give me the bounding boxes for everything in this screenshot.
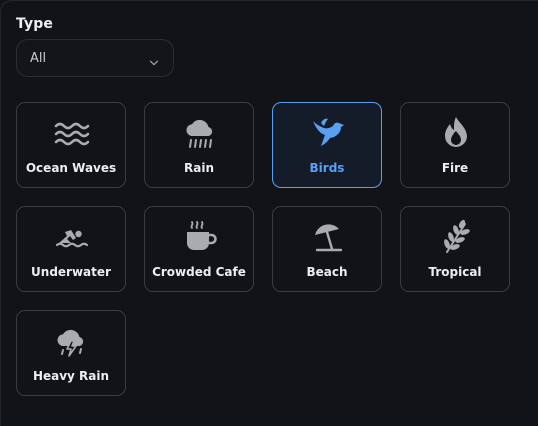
- fire-icon: [438, 115, 474, 151]
- sound-tile-label: Heavy Rain: [32, 369, 110, 383]
- coffee-cup-icon: [182, 219, 218, 255]
- leaf-icon: [438, 219, 474, 255]
- sound-tile-label: Underwater: [31, 265, 111, 279]
- rain-cloud-icon: [182, 115, 218, 151]
- type-label: Type: [16, 16, 53, 32]
- sound-tile-label: Fire: [441, 161, 469, 175]
- sound-tile-label: Birds: [309, 161, 345, 175]
- type-select-value: All: [30, 51, 47, 66]
- type-select[interactable]: All: [16, 39, 174, 77]
- sound-tile-beach[interactable]: Beach: [272, 206, 382, 292]
- sound-tile-rain[interactable]: Rain: [144, 102, 254, 188]
- waves-icon: [54, 115, 90, 151]
- swimmer-icon: [54, 219, 90, 255]
- sound-tile-tropical[interactable]: Tropical: [400, 206, 510, 292]
- sound-tile-ocean-waves[interactable]: Ocean Waves: [16, 102, 126, 188]
- sound-tile-underwater[interactable]: Underwater: [16, 206, 126, 292]
- beach-umbrella-icon: [310, 219, 346, 255]
- sound-tile-label: Beach: [306, 265, 348, 279]
- sound-tile-label: Ocean Waves: [25, 161, 117, 175]
- sound-tile-label: Crowded Cafe: [152, 265, 246, 279]
- thunderstorm-icon: [54, 323, 90, 359]
- sound-tile-fire[interactable]: Fire: [400, 102, 510, 188]
- sound-tile-crowded-cafe[interactable]: Crowded Cafe: [144, 206, 254, 292]
- sound-tile-heavy-rain[interactable]: Heavy Rain: [16, 310, 126, 396]
- sound-tile-label: Tropical: [428, 265, 482, 279]
- sound-type-panel: Type All Ocean Waves Rain Birds Fire Und…: [0, 0, 538, 426]
- sound-tile-label: Rain: [184, 161, 214, 175]
- bird-icon: [310, 115, 346, 151]
- chevron-down-icon: [149, 53, 159, 66]
- sound-tile-birds[interactable]: Birds: [272, 102, 382, 188]
